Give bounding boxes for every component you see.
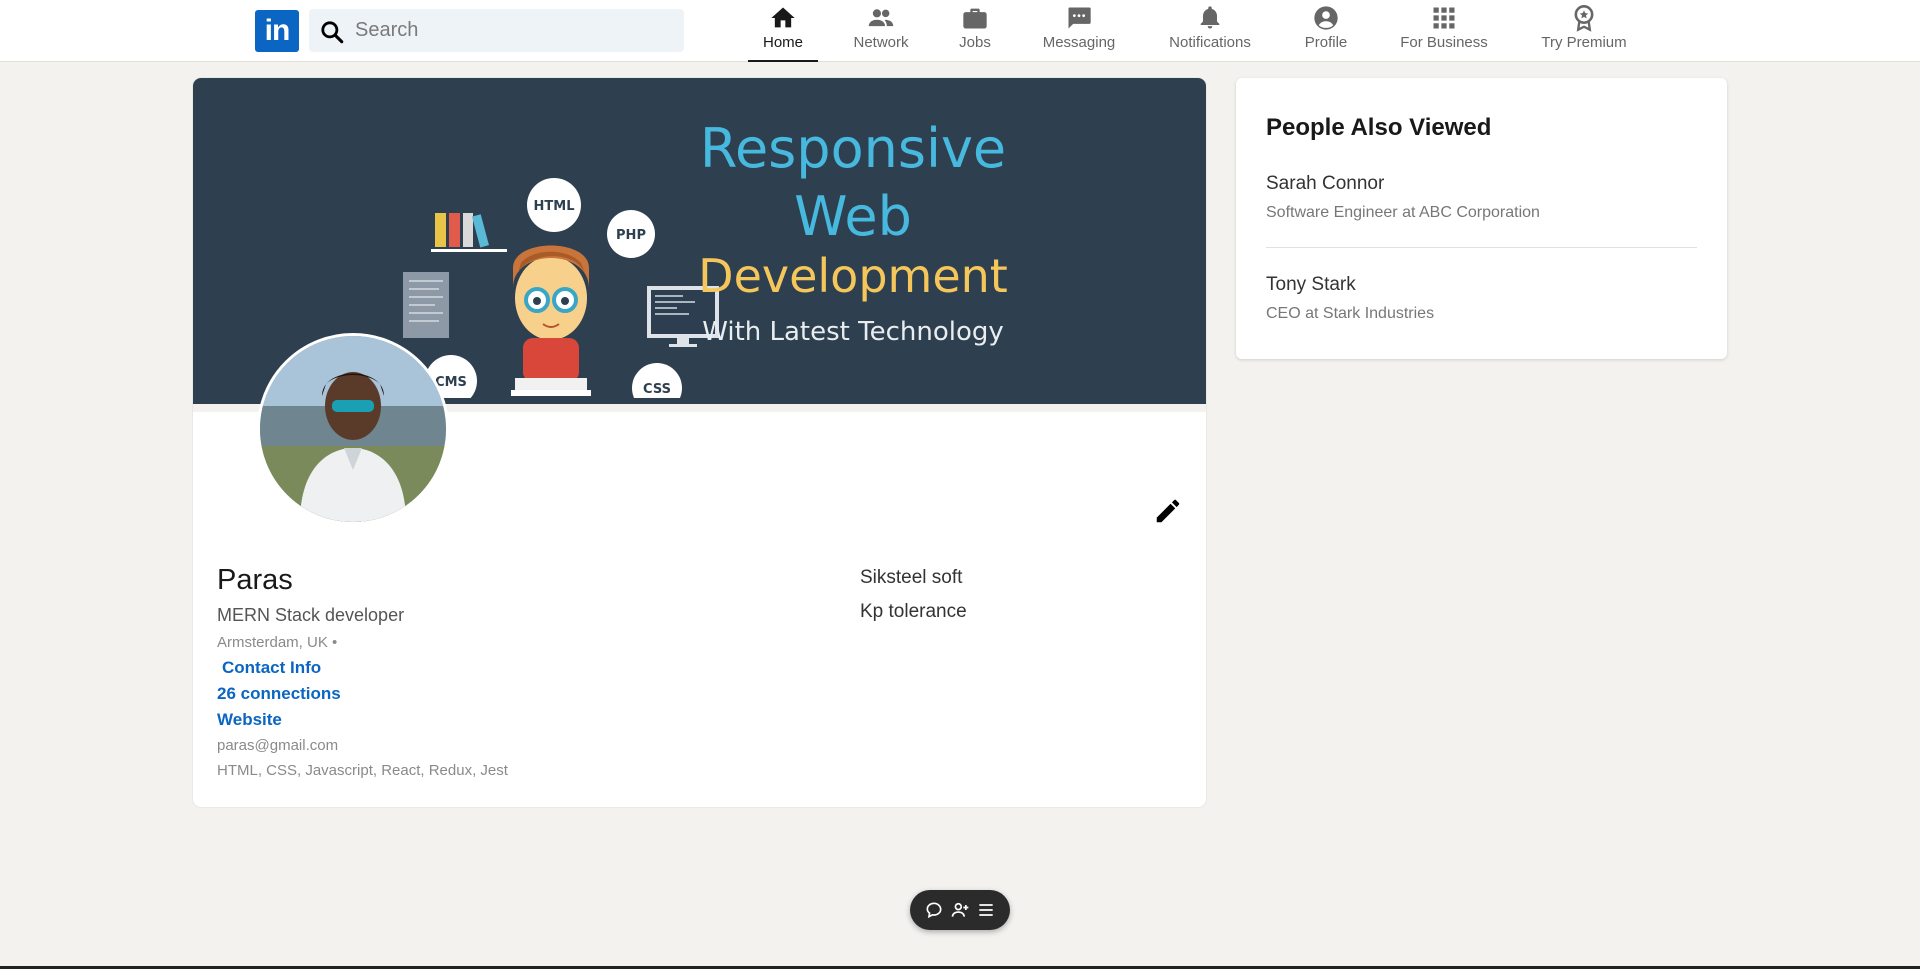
developer-character [511,245,591,396]
person-name[interactable]: Sarah Connor [1266,173,1384,195]
chat-bubble-icon[interactable] [924,900,944,920]
nav-notifications-label: Notifications [1169,34,1251,51]
add-person-icon[interactable] [950,900,970,920]
nav-messaging-label: Messaging [1042,34,1116,51]
nav-notifications[interactable]: Notifications [1162,0,1258,62]
nav-network[interactable]: Network [845,0,917,62]
edit-profile-icon[interactable] [1153,496,1183,526]
profile-avatar[interactable] [257,333,449,525]
divider [1266,247,1697,248]
person-title: Software Engineer at ABC Corporation [1266,204,1540,221]
profile-email: paras@gmail.com [217,737,339,754]
nav-messaging[interactable]: Messaging [1038,0,1120,62]
nav-network-label: Network [853,34,909,51]
profile-company: Siksteel soft [860,567,963,588]
css-bubble: CSS [632,363,682,398]
banner-title-line-2: Web [794,185,912,248]
award-icon [1574,5,1594,32]
profile-headline: MERN Stack developer [217,605,405,625]
home-icon [771,7,795,28]
profile-card: HTML PHP CMS CSS Responsive Web Developm… [193,78,1206,807]
svg-text:HTML: HTML [534,199,575,214]
profile-location: Armsterdam, UK • [217,634,338,651]
nav-jobs-label: Jobs [959,34,991,51]
php-bubble: PHP [607,210,655,258]
top-navbar: in Home Network Jobs Messaging Notificat… [0,0,1920,62]
profile-name: Paras [217,564,293,596]
contact-info-link[interactable]: Contact Info [222,658,321,678]
floating-toolbar [910,890,1010,930]
nav-try-premium[interactable]: Try Premium [1536,0,1632,62]
search-box[interactable] [309,9,684,52]
nav-profile-label: Profile [1304,34,1348,51]
nav-jobs[interactable]: Jobs [955,0,995,62]
banner-subtitle: With Latest Technology [702,317,1004,347]
profile-school: Kp tolerance [860,601,967,622]
bell-icon [1200,6,1220,29]
html-bubble: HTML [527,178,581,232]
nav-profile[interactable]: Profile [1300,0,1352,62]
nav-try-premium-label: Try Premium [1541,34,1627,51]
nav-home[interactable]: Home [748,0,818,62]
banner-title-line-3: Development [698,249,1008,303]
avatar-photo [260,336,446,522]
search-input[interactable] [355,9,675,52]
nav-for-business-label: For Business [1400,34,1488,51]
svg-text:CSS: CSS [643,382,671,397]
connections-link[interactable]: 26 connections [217,684,341,704]
website-link[interactable]: Website [217,710,282,730]
account-circle-icon [1314,6,1338,30]
person-title: CEO at Stark Industries [1266,305,1435,322]
nav-for-business[interactable]: For Business [1394,0,1494,62]
people-also-viewed-card: People Also Viewed Sarah Connor Software… [1236,78,1727,359]
search-icon [321,21,344,44]
nav-home-label: Home [762,34,803,51]
chat-icon [1068,7,1091,29]
briefcase-icon [963,8,987,29]
people-also-viewed-title: People Also Viewed [1266,114,1492,141]
menu-icon[interactable] [976,900,996,920]
grid-icon [1433,7,1455,29]
person-name[interactable]: Tony Stark [1266,274,1356,296]
svg-text:PHP: PHP [616,228,646,243]
linkedin-logo[interactable]: in [255,10,299,52]
banner-title-line-1: Responsive [699,117,1007,180]
profile-skills: HTML, CSS, Javascript, React, Redux, Jes… [217,762,508,779]
people-icon [868,9,894,27]
